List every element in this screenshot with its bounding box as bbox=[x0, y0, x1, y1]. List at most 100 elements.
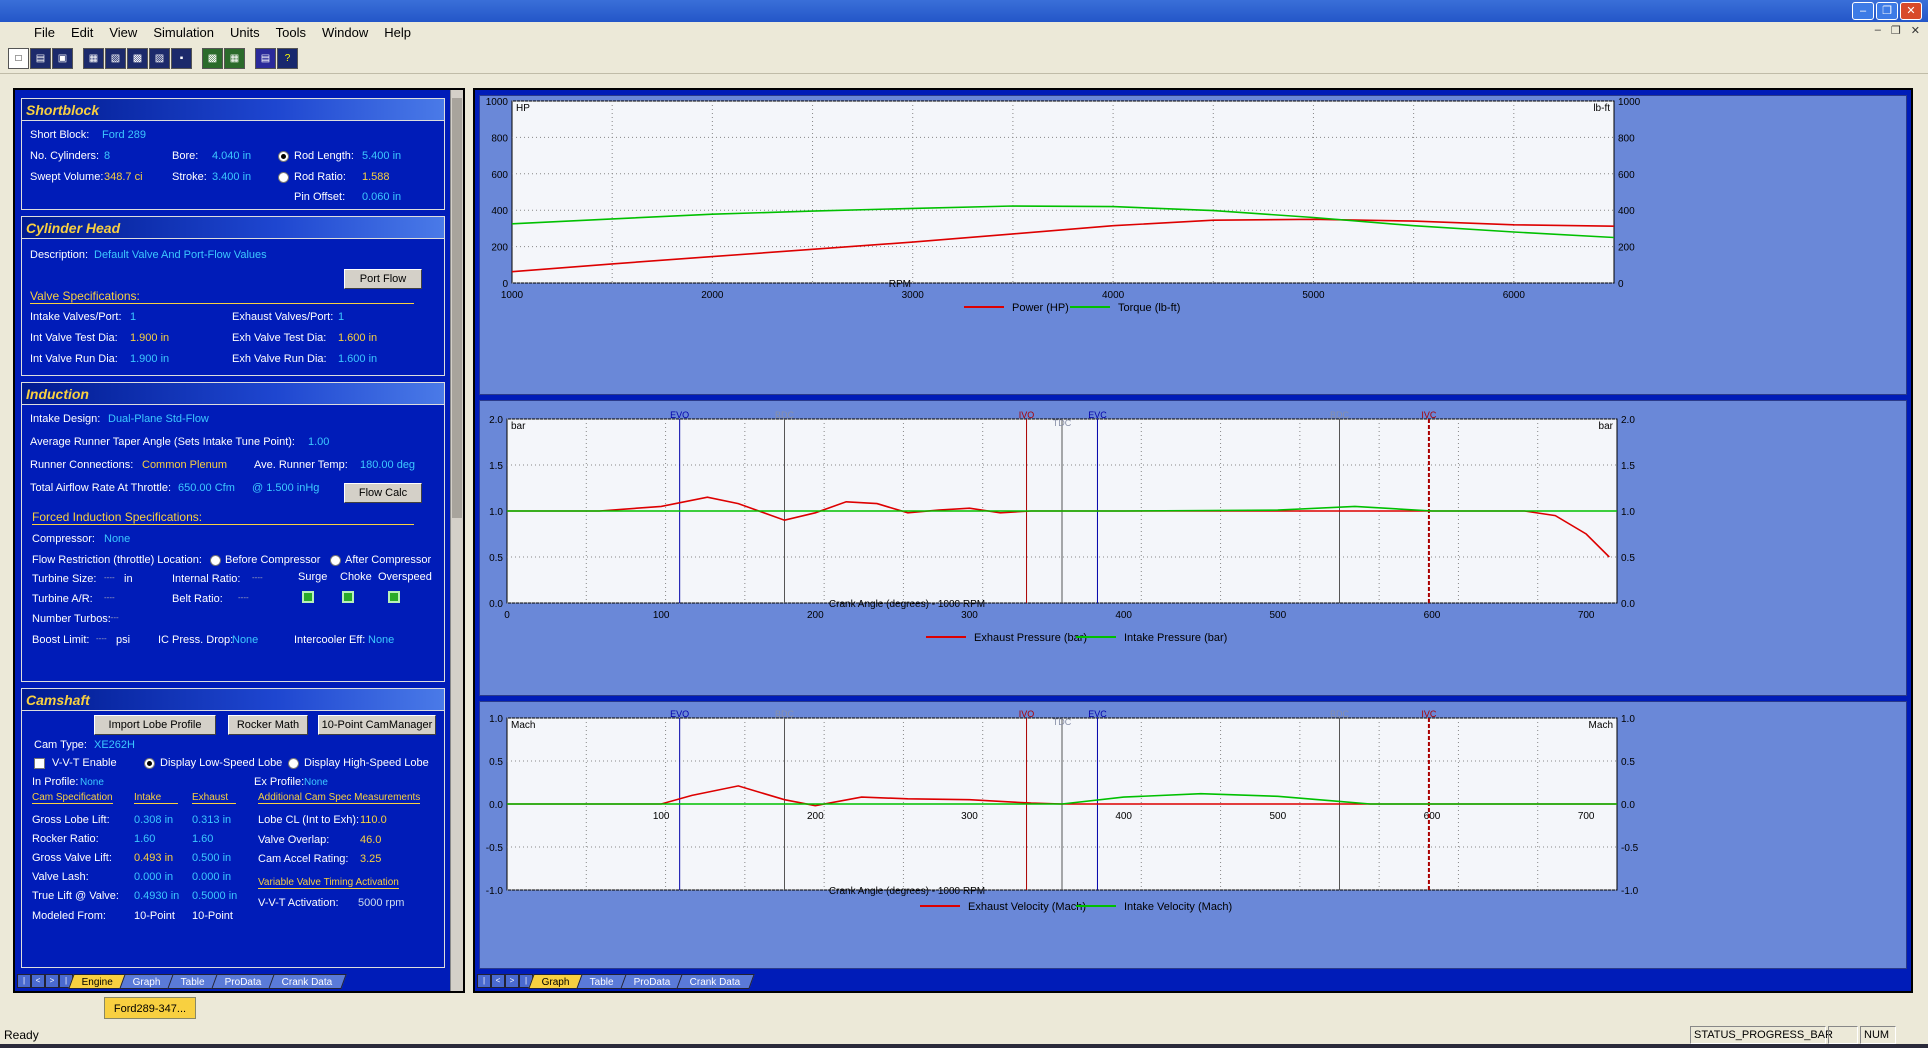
tab-table[interactable]: Table bbox=[576, 973, 628, 989]
ic-press-value[interactable]: None bbox=[232, 634, 258, 646]
mdi-restore-icon[interactable]: ❐ bbox=[1891, 24, 1901, 37]
menu-file[interactable]: File bbox=[26, 22, 63, 44]
runner-conn-value[interactable]: Common Plenum bbox=[142, 459, 227, 471]
runner-temp-value[interactable]: 180.00 deg bbox=[360, 459, 415, 471]
description-value[interactable]: Default Valve And Port-Flow Values bbox=[94, 249, 267, 261]
nav-first-icon[interactable]: | bbox=[477, 974, 491, 988]
cam-row-exhaust[interactable]: 0.5000 in bbox=[192, 890, 237, 902]
cam-row-exhaust[interactable]: 1.60 bbox=[192, 833, 213, 845]
cam-row-intake[interactable]: 1.60 bbox=[134, 833, 155, 845]
open-icon[interactable]: ▤ bbox=[30, 48, 51, 69]
after-compressor-radio[interactable] bbox=[330, 555, 341, 566]
exh-test-value[interactable]: 1.600 in bbox=[338, 332, 377, 344]
menu-view[interactable]: View bbox=[101, 22, 145, 44]
vertical-scrollbar[interactable] bbox=[450, 90, 463, 991]
cam-row-intake[interactable]: 0.000 in bbox=[134, 871, 173, 883]
rod-ratio-radio[interactable] bbox=[278, 172, 289, 183]
nav-first-icon[interactable]: | bbox=[17, 974, 31, 988]
intake-design-value[interactable]: Dual-Plane Std-Flow bbox=[108, 413, 209, 425]
menu-simulation[interactable]: Simulation bbox=[145, 22, 222, 44]
tab-table[interactable]: Table bbox=[167, 973, 219, 989]
menu-units[interactable]: Units bbox=[222, 22, 268, 44]
compressor-value[interactable]: None bbox=[104, 533, 130, 545]
printer-icon[interactable]: ▤ bbox=[255, 48, 276, 69]
turbine-ar-value[interactable]: ---- bbox=[104, 593, 115, 602]
menu-window[interactable]: Window bbox=[314, 22, 376, 44]
high-speed-radio[interactable] bbox=[288, 758, 299, 769]
mdi-close-icon[interactable]: ✕ bbox=[1911, 24, 1920, 37]
boost-limit-value[interactable]: ---- bbox=[96, 634, 107, 643]
rocker-math-button[interactable]: Rocker Math bbox=[228, 715, 308, 735]
menu-edit[interactable]: Edit bbox=[63, 22, 101, 44]
save-icon[interactable]: ▣ bbox=[52, 48, 73, 69]
rod-length-value[interactable]: 5.400 in bbox=[362, 150, 401, 162]
minimize-icon[interactable]: – bbox=[1852, 2, 1874, 20]
vvt-enable-checkbox[interactable] bbox=[34, 758, 45, 769]
exh-run-value[interactable]: 1.600 in bbox=[338, 353, 377, 365]
cammanager-button[interactable]: 10-Point CamManager bbox=[318, 715, 436, 735]
restore-icon[interactable]: ❐ bbox=[1876, 2, 1898, 20]
cam-row-exhaust[interactable]: 0.000 in bbox=[192, 871, 231, 883]
cam-row-exhaust[interactable]: 0.313 in bbox=[192, 814, 231, 826]
close-icon[interactable]: ✕ bbox=[1900, 2, 1922, 20]
table-icon[interactable]: ▩ bbox=[127, 48, 148, 69]
crankdata-icon[interactable]: ▪ bbox=[171, 48, 192, 69]
print-icon[interactable]: ▩ bbox=[202, 48, 223, 69]
menu-help[interactable]: Help bbox=[376, 22, 419, 44]
belt-ratio-value[interactable]: ---- bbox=[238, 593, 249, 602]
ex-profile-value[interactable]: None bbox=[304, 777, 328, 788]
intake-valves-value[interactable]: 1 bbox=[130, 311, 136, 323]
tab-prodata[interactable]: ProData bbox=[211, 973, 276, 989]
nav-prev-icon[interactable]: < bbox=[31, 974, 45, 988]
tab-graph[interactable]: Graph bbox=[119, 973, 175, 989]
preview-icon[interactable]: ▦ bbox=[224, 48, 245, 69]
tab-prodata[interactable]: ProData bbox=[619, 973, 685, 989]
graph-icon[interactable]: ▧ bbox=[105, 48, 126, 69]
pin-offset-value[interactable]: 0.060 in bbox=[362, 191, 401, 203]
cylinders-value[interactable]: 8 bbox=[104, 150, 110, 162]
short-block-value[interactable]: Ford 289 bbox=[102, 129, 146, 141]
low-speed-radio[interactable] bbox=[144, 758, 155, 769]
before-compressor-radio[interactable] bbox=[210, 555, 221, 566]
rod-length-radio[interactable] bbox=[278, 151, 289, 162]
menu-tools[interactable]: Tools bbox=[268, 22, 314, 44]
help-icon[interactable]: ? bbox=[277, 48, 298, 69]
new-icon[interactable]: □ bbox=[8, 48, 29, 69]
prodata-icon[interactable]: ▨ bbox=[149, 48, 170, 69]
turbine-size-value[interactable]: ---- bbox=[104, 573, 115, 582]
cam-row-intake[interactable]: 0.493 in bbox=[134, 852, 173, 864]
bore-value[interactable]: 4.040 in bbox=[212, 150, 251, 162]
cam-row-intake[interactable]: 0.4930 in bbox=[134, 890, 179, 902]
nav-next-icon[interactable]: > bbox=[45, 974, 59, 988]
port-flow-button[interactable]: Port Flow bbox=[344, 269, 422, 289]
lobe-cl-value[interactable]: 110.0 bbox=[360, 814, 387, 826]
exhaust-valves-value[interactable]: 1 bbox=[338, 311, 344, 323]
cam-row-intake[interactable]: 10-Point bbox=[134, 910, 175, 922]
mdi-minimize-icon[interactable]: – bbox=[1875, 24, 1881, 37]
tab-crank-data[interactable]: Crank Data bbox=[676, 973, 755, 989]
airflow-at-value[interactable]: @ 1.500 inHg bbox=[252, 482, 319, 494]
nav-prev-icon[interactable]: < bbox=[491, 974, 505, 988]
in-profile-value[interactable]: None bbox=[80, 777, 104, 788]
tab-engine[interactable]: Engine bbox=[68, 973, 127, 989]
cam-type-value[interactable]: XE262H bbox=[94, 739, 135, 751]
engine-icon[interactable]: ▦ bbox=[83, 48, 104, 69]
tab-graph[interactable]: Graph bbox=[528, 973, 584, 989]
int-run-value[interactable]: 1.900 in bbox=[130, 353, 169, 365]
int-test-value[interactable]: 1.900 in bbox=[130, 332, 169, 344]
cam-row-intake[interactable]: 0.308 in bbox=[134, 814, 173, 826]
vvt-activation-value[interactable]: 5000 rpm bbox=[358, 897, 404, 909]
import-lobe-profile-button[interactable]: Import Lobe Profile bbox=[94, 715, 216, 735]
nav-next-icon[interactable]: > bbox=[505, 974, 519, 988]
stroke-value[interactable]: 3.400 in bbox=[212, 171, 251, 183]
cam-row-exhaust[interactable]: 10-Point bbox=[192, 910, 233, 922]
cam-row-exhaust[interactable]: 0.500 in bbox=[192, 852, 231, 864]
num-turbos-value[interactable]: ---- bbox=[108, 613, 119, 622]
airflow-value[interactable]: 650.00 Cfm bbox=[178, 482, 235, 494]
flow-calc-button[interactable]: Flow Calc bbox=[344, 483, 422, 503]
document-tab[interactable]: Ford289-347... bbox=[104, 997, 196, 1019]
taper-value[interactable]: 1.00 bbox=[308, 436, 329, 448]
ic-eff-value[interactable]: None bbox=[368, 634, 394, 646]
internal-ratio-value[interactable]: ---- bbox=[252, 573, 263, 582]
tab-crank-data[interactable]: Crank Data bbox=[267, 973, 346, 989]
